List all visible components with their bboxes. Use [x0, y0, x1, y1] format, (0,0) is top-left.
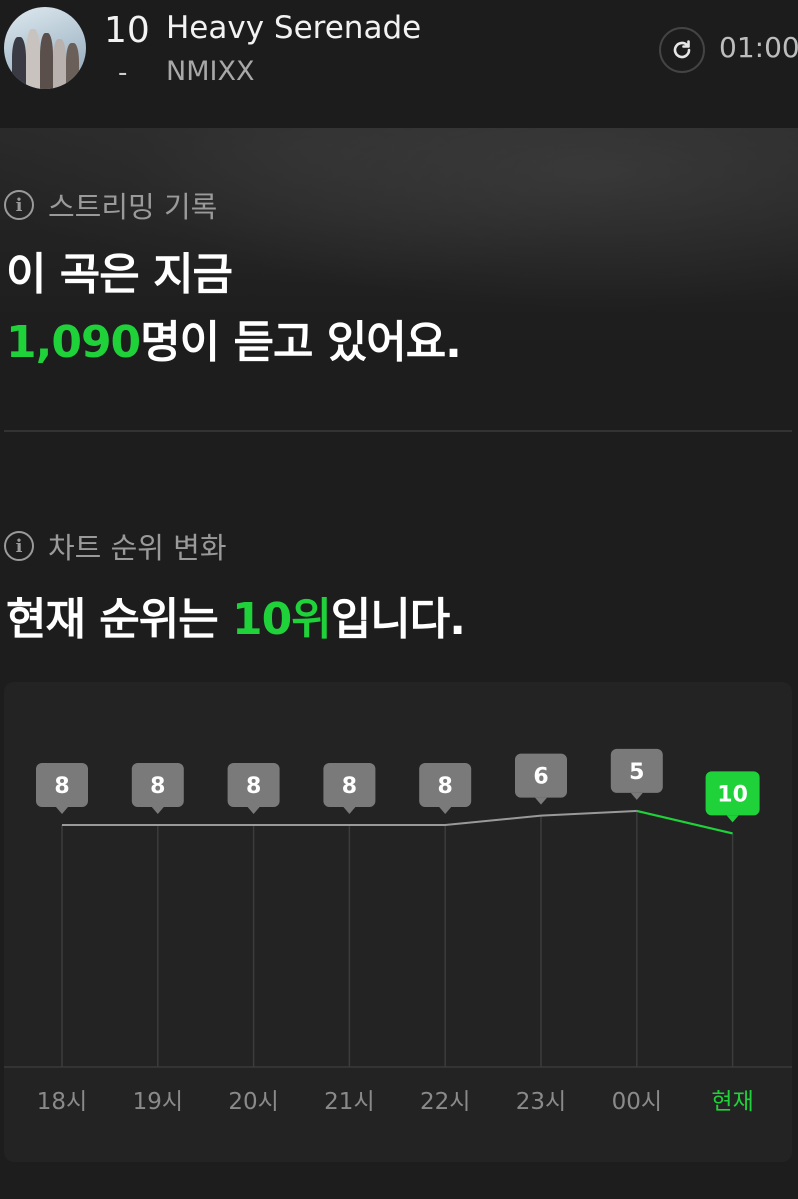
- rank-bubble: 8: [419, 763, 472, 814]
- update-time: 01:00: [719, 31, 798, 64]
- x-axis-tick-label: 18시: [37, 1089, 87, 1115]
- rank-bubble: 8: [36, 763, 88, 814]
- rank-bubble-label: 8: [150, 774, 165, 799]
- rank-bubble: 8: [323, 763, 376, 814]
- x-axis-tick-label: 23시: [516, 1089, 566, 1115]
- now-playing-header: 10 - Heavy Serenade NMIXX 01:00: [0, 0, 798, 128]
- current-rank: 10위: [232, 594, 332, 645]
- x-axis-tick-label: 21시: [324, 1089, 374, 1115]
- refresh-button[interactable]: [659, 27, 705, 73]
- chart-section-label[interactable]: i 차트 순위 변화: [4, 525, 227, 567]
- x-axis-tick-label: 22시: [420, 1089, 470, 1115]
- rank-bubble-label: 5: [629, 760, 644, 785]
- rank-bubble: 6: [515, 753, 567, 805]
- rank-bubble: 8: [131, 763, 184, 814]
- section-divider: [4, 430, 792, 432]
- rank-bubble: 8: [227, 763, 280, 814]
- rank-chart-card: 8 8 8 8 8 6 5 10 18시 19시 20시 21시 22시 23시 00시 현재: [4, 682, 792, 1162]
- streaming-label-text: 스트리밍 기록: [48, 190, 218, 224]
- chart-headline-prefix: 현재 순위는: [6, 594, 233, 645]
- rank-bubble-label: 6: [533, 765, 548, 790]
- refresh-icon: [673, 40, 691, 59]
- rank-bubble-label: 10: [717, 782, 748, 807]
- song-title[interactable]: Heavy Serenade: [166, 10, 421, 46]
- album-thumbnail[interactable]: [4, 7, 86, 89]
- x-axis-tick-label: 00시: [612, 1089, 662, 1115]
- rank-bubble-label: 8: [246, 774, 261, 799]
- rank-bubble: 10: [705, 771, 760, 823]
- listener-count: 1,090: [6, 317, 141, 368]
- chart-rank: 10: [104, 10, 150, 51]
- rank-bubble-label: 8: [54, 774, 69, 799]
- chart-headline-suffix: 입니다.: [330, 594, 466, 645]
- rank-bubble-label: 8: [342, 774, 357, 799]
- x-axis-tick-label: 19시: [133, 1089, 183, 1115]
- rank-change: -: [118, 58, 128, 88]
- artist-name[interactable]: NMIXX: [166, 56, 254, 87]
- x-axis-tick-label: 20시: [228, 1089, 278, 1115]
- info-icon[interactable]: i: [4, 190, 34, 220]
- chart-headline: 현재 순위는 10위입니다.: [6, 583, 466, 647]
- streaming-headline-line1: 이 곡은 지금: [6, 249, 233, 300]
- listener-suffix: 명이 듣고 있어요.: [140, 317, 462, 368]
- rank-line-chart: 8 8 8 8 8 6 5 10 18시 19시 20시 21시 22시 23시 00시 현재: [4, 748, 792, 1115]
- rank-bubble: 5: [610, 748, 663, 800]
- rank-bubble-label: 8: [438, 774, 453, 799]
- chart-label-text: 차트 순위 변화: [48, 531, 227, 565]
- info-icon[interactable]: i: [4, 531, 34, 561]
- streaming-headline-line2: 1,090명이 듣고 있어요.: [6, 306, 462, 370]
- x-axis-tick-label: 현재: [711, 1089, 753, 1115]
- streaming-section-label[interactable]: i 스트리밍 기록: [4, 184, 217, 226]
